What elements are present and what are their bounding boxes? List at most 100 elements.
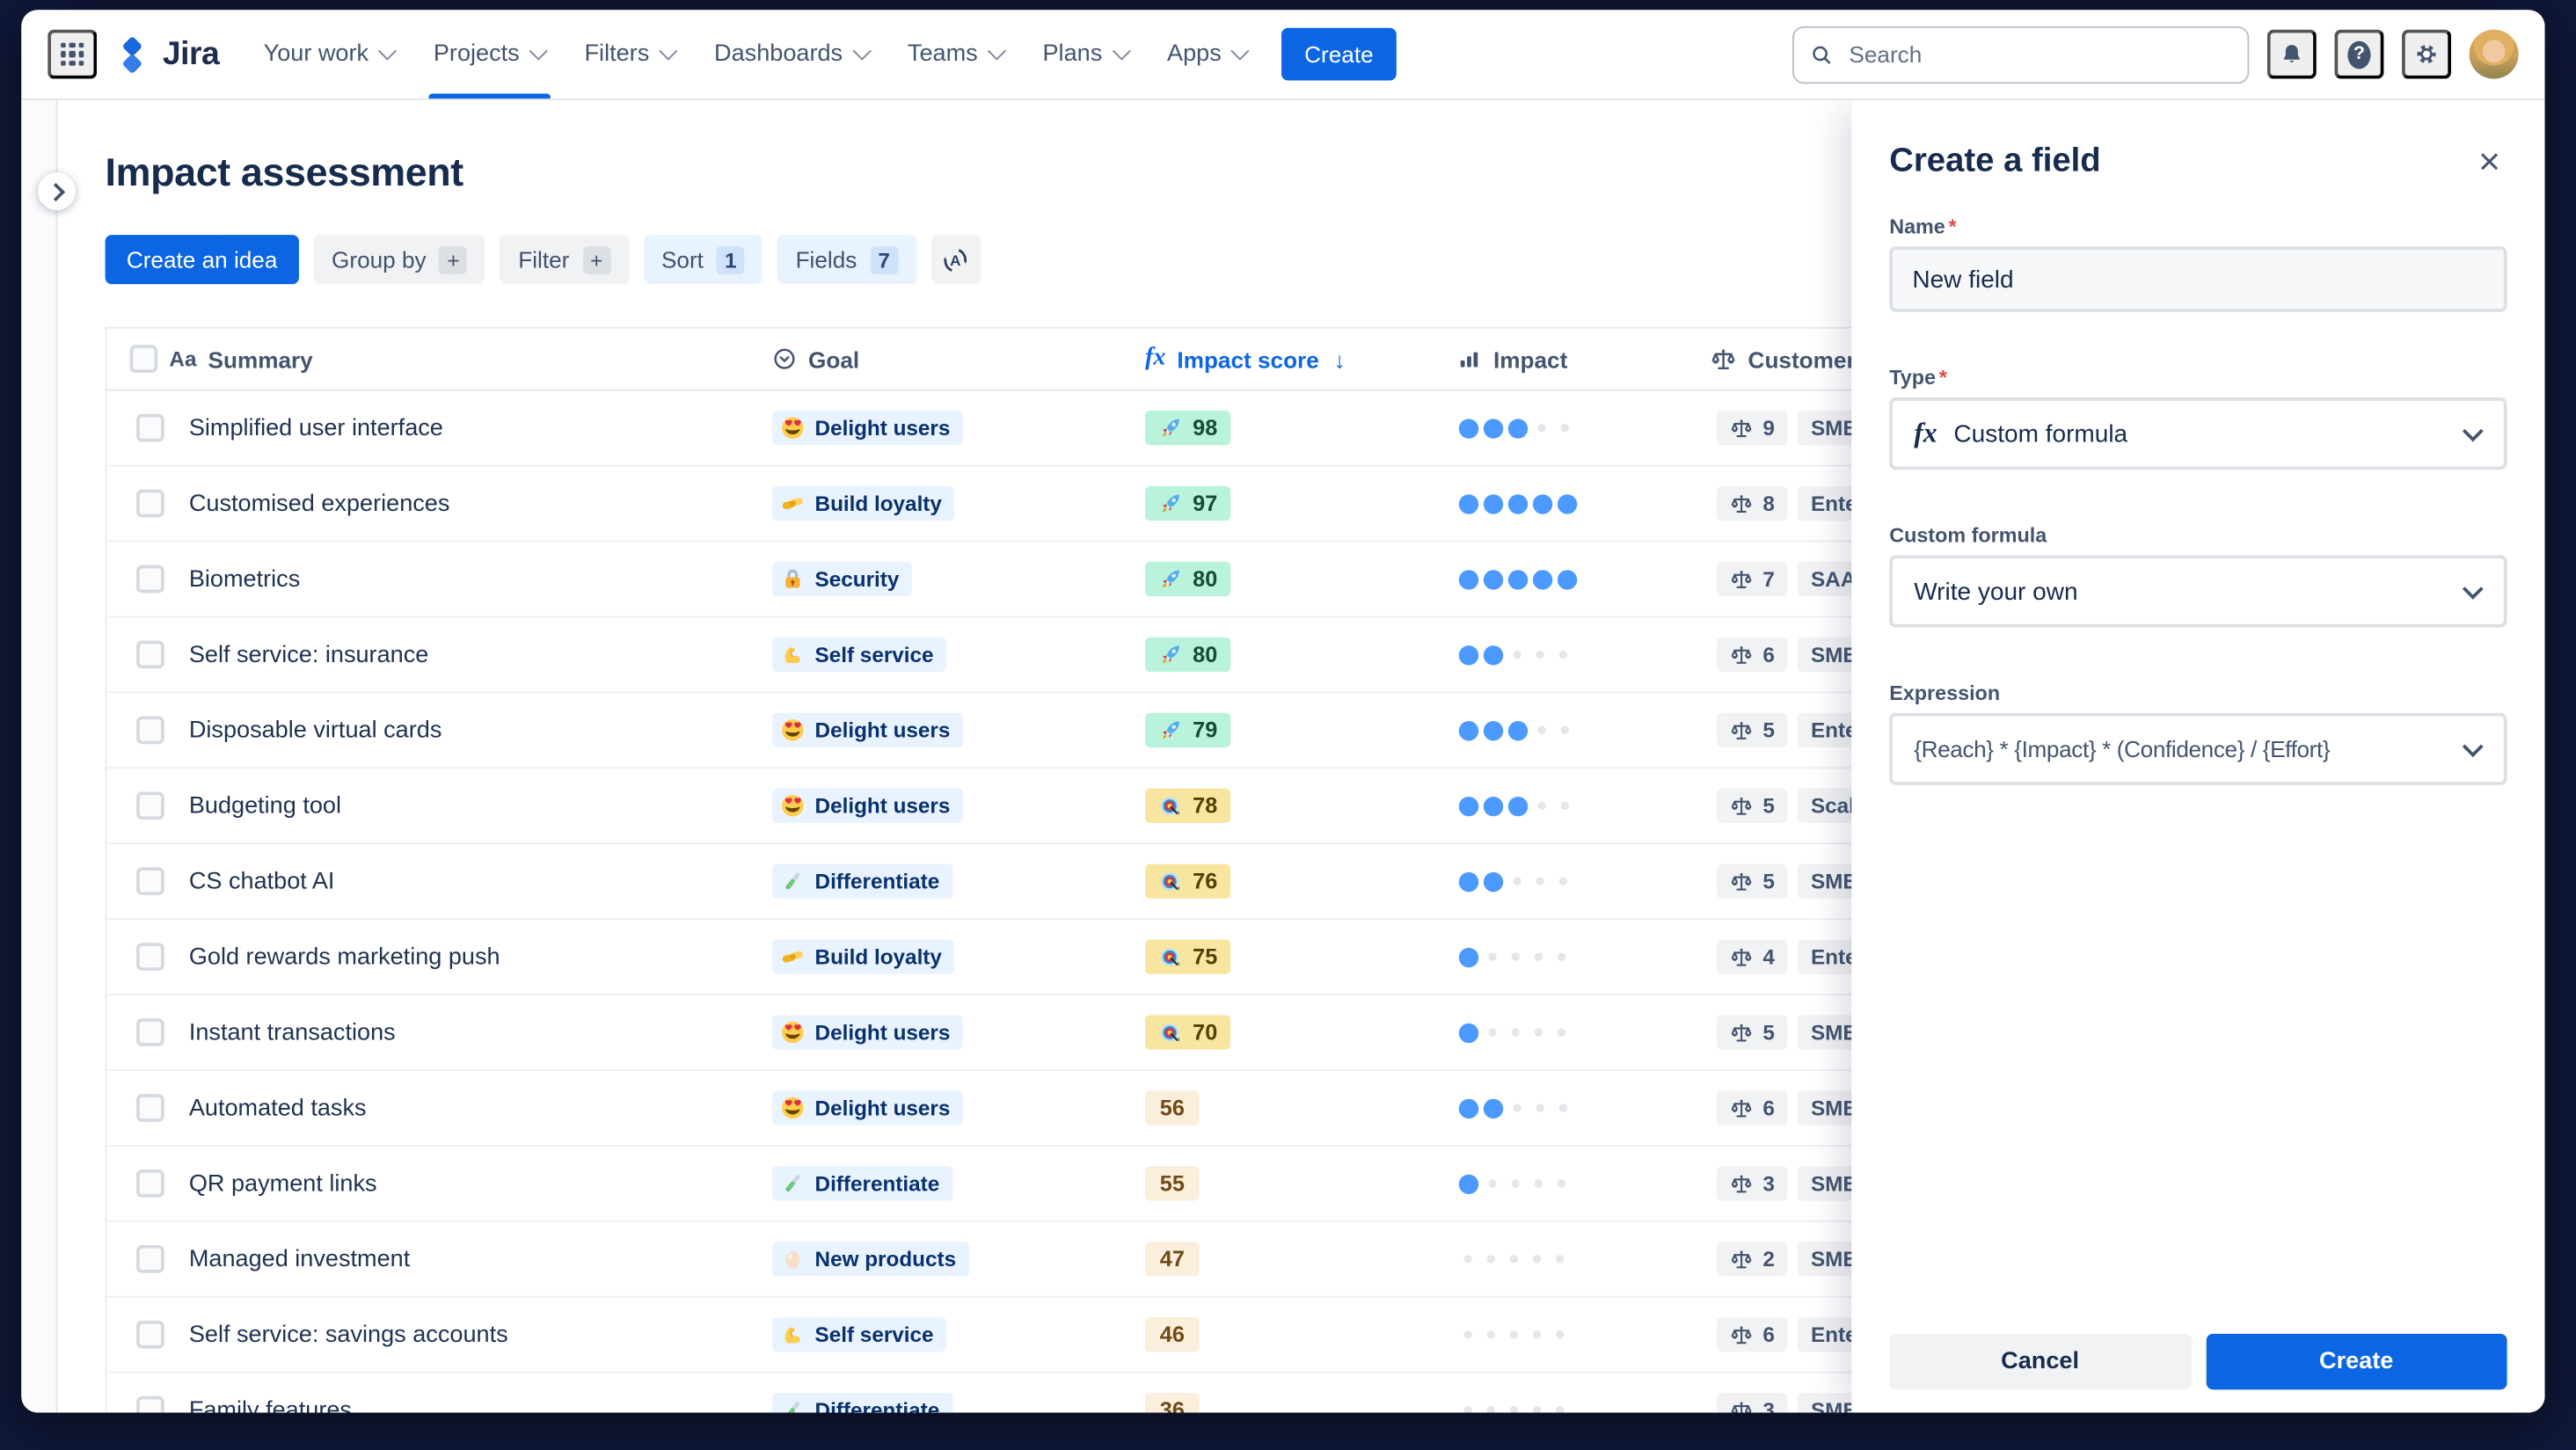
field-type-select[interactable]: fx Custom formula: [1889, 397, 2507, 470]
table-row[interactable]: Simplified user interface Delight users …: [106, 391, 2089, 467]
row-checkbox[interactable]: [136, 1320, 164, 1349]
customer-count-chip[interactable]: 6: [1717, 1090, 1788, 1126]
impact-score-badge[interactable]: 79: [1144, 712, 1231, 747]
impact-dots[interactable]: [1458, 645, 1568, 665]
jira-logo[interactable]: Jira: [113, 35, 220, 73]
table-row[interactable]: Customised experiences Build loyalty 97 …: [106, 467, 2089, 543]
column-header-goal[interactable]: Goal: [749, 329, 1122, 390]
impact-dots[interactable]: [1458, 871, 1568, 892]
impact-score-badge[interactable]: 97: [1144, 485, 1231, 521]
goal-badge[interactable]: Delight users: [771, 411, 964, 446]
help-button[interactable]: ?: [2334, 29, 2384, 79]
customer-count-chip[interactable]: 5: [1717, 788, 1788, 823]
row-checkbox[interactable]: [136, 489, 164, 518]
goal-badge[interactable]: Differentiate: [771, 1393, 953, 1413]
goal-badge[interactable]: Self service: [771, 637, 947, 673]
settings-button[interactable]: [2402, 29, 2452, 79]
table-row[interactable]: Budgeting tool Delight users 78 5 Scaleu…: [106, 769, 2089, 845]
row-checkbox[interactable]: [136, 1244, 164, 1273]
row-checkbox[interactable]: [136, 1018, 164, 1046]
impact-dots[interactable]: [1463, 1330, 1565, 1339]
search-input[interactable]: [1845, 39, 2231, 69]
table-row[interactable]: Self service: savings accounts Self serv…: [106, 1298, 2089, 1373]
impact-score-badge[interactable]: 36: [1144, 1393, 1200, 1413]
expression-select[interactable]: {Reach} * {Impact} * (Confidence} / {Eff…: [1889, 712, 2507, 785]
table-row[interactable]: Instant transactions Delight users 70 5 …: [106, 995, 2089, 1071]
customer-count-chip[interactable]: 9: [1717, 411, 1788, 446]
goal-badge[interactable]: Delight users: [771, 1015, 964, 1050]
impact-dots[interactable]: [1458, 1097, 1568, 1118]
table-row[interactable]: Managed investment New products 47 2 SMB: [106, 1222, 2089, 1298]
impact-score-badge[interactable]: 46: [1144, 1317, 1200, 1352]
app-switcher-button[interactable]: [47, 29, 98, 79]
table-row[interactable]: Self service: insurance Self service 80 …: [106, 617, 2089, 694]
impact-score-badge[interactable]: 56: [1144, 1090, 1200, 1126]
nav-item-plans[interactable]: Plans: [1025, 10, 1146, 98]
table-row[interactable]: Automated tasks Delight users 56 6 SMB: [106, 1071, 2089, 1147]
nav-item-dashboards[interactable]: Dashboards: [697, 10, 887, 98]
goal-badge[interactable]: Delight users: [771, 1090, 964, 1126]
group-by-button[interactable]: Group by +: [313, 235, 485, 285]
customer-count-chip[interactable]: 4: [1717, 939, 1788, 974]
customer-count-chip[interactable]: 5: [1717, 712, 1788, 747]
nav-item-filters[interactable]: Filters: [566, 10, 693, 98]
impact-score-badge[interactable]: 80: [1144, 561, 1231, 597]
sort-button[interactable]: Sort 1: [643, 235, 763, 285]
impact-score-badge[interactable]: 76: [1144, 863, 1231, 899]
goal-badge[interactable]: Differentiate: [771, 1166, 953, 1201]
column-header-summary[interactable]: Aa Summary: [106, 329, 748, 390]
customer-count-chip[interactable]: 2: [1717, 1242, 1788, 1277]
row-checkbox[interactable]: [136, 943, 164, 971]
table-row[interactable]: QR payment links Differentiate 55 3 SMB: [106, 1147, 2089, 1222]
goal-badge[interactable]: Security: [771, 561, 913, 597]
nav-item-teams[interactable]: Teams: [889, 10, 1021, 98]
nav-item-apps[interactable]: Apps: [1149, 10, 1265, 98]
customer-count-chip[interactable]: 3: [1717, 1393, 1788, 1413]
row-checkbox[interactable]: [136, 791, 164, 820]
goal-badge[interactable]: New products: [771, 1242, 970, 1277]
row-checkbox[interactable]: [136, 565, 164, 594]
table-row[interactable]: Family features Differentiate 36 3 SMB: [106, 1373, 2088, 1413]
column-header-impact[interactable]: Impact: [1434, 329, 1688, 390]
table-row[interactable]: CS chatbot AI Differentiate 76 5 SMB: [106, 844, 2089, 921]
close-icon[interactable]: ×: [2472, 142, 2507, 181]
impact-dots[interactable]: [1458, 796, 1569, 816]
goal-badge[interactable]: Delight users: [771, 712, 964, 747]
table-row[interactable]: Biometrics Security 80 7 SAAS: [106, 542, 2089, 618]
impact-dots[interactable]: [1463, 1255, 1565, 1264]
impact-score-badge[interactable]: 47: [1144, 1242, 1200, 1277]
impact-score-badge[interactable]: 55: [1144, 1166, 1200, 1201]
impact-score-badge[interactable]: 80: [1144, 637, 1231, 673]
impact-dots[interactable]: [1458, 946, 1566, 967]
custom-formula-select[interactable]: Write your own: [1889, 555, 2507, 628]
row-checkbox[interactable]: [136, 1395, 164, 1413]
impact-dots[interactable]: [1458, 569, 1578, 589]
goal-badge[interactable]: Differentiate: [771, 863, 953, 899]
select-all-checkbox[interactable]: [129, 345, 158, 374]
table-row[interactable]: Disposable virtual cards Delight users 7…: [106, 693, 2089, 769]
impact-score-badge[interactable]: 98: [1144, 411, 1231, 446]
row-checkbox[interactable]: [136, 867, 164, 896]
user-avatar[interactable]: [2469, 29, 2519, 79]
row-checkbox[interactable]: [136, 1094, 164, 1122]
table-row[interactable]: Gold rewards marketing push Build loyalt…: [106, 920, 2089, 996]
nav-item-your-work[interactable]: Your work: [245, 10, 412, 98]
row-checkbox[interactable]: [136, 413, 164, 442]
field-name-input[interactable]: [1889, 246, 2507, 312]
customer-count-chip[interactable]: 7: [1717, 561, 1788, 597]
goal-badge[interactable]: Delight users: [771, 788, 964, 823]
customer-count-chip[interactable]: 6: [1717, 637, 1788, 673]
impact-score-badge[interactable]: 78: [1144, 788, 1231, 823]
row-checkbox[interactable]: [136, 1169, 164, 1198]
customer-count-chip[interactable]: 8: [1717, 485, 1788, 521]
impact-score-badge[interactable]: 75: [1144, 939, 1231, 974]
nav-item-projects[interactable]: Projects: [415, 10, 563, 99]
impact-dots[interactable]: [1458, 720, 1569, 740]
customer-count-chip[interactable]: 6: [1717, 1317, 1788, 1352]
expand-sidebar-button[interactable]: [37, 172, 76, 211]
customer-count-chip[interactable]: 3: [1717, 1166, 1788, 1201]
goal-badge[interactable]: Build loyalty: [771, 939, 955, 974]
impact-dots[interactable]: [1458, 1022, 1566, 1043]
impact-dots[interactable]: [1458, 1173, 1566, 1194]
create-button[interactable]: Create: [2205, 1333, 2507, 1390]
